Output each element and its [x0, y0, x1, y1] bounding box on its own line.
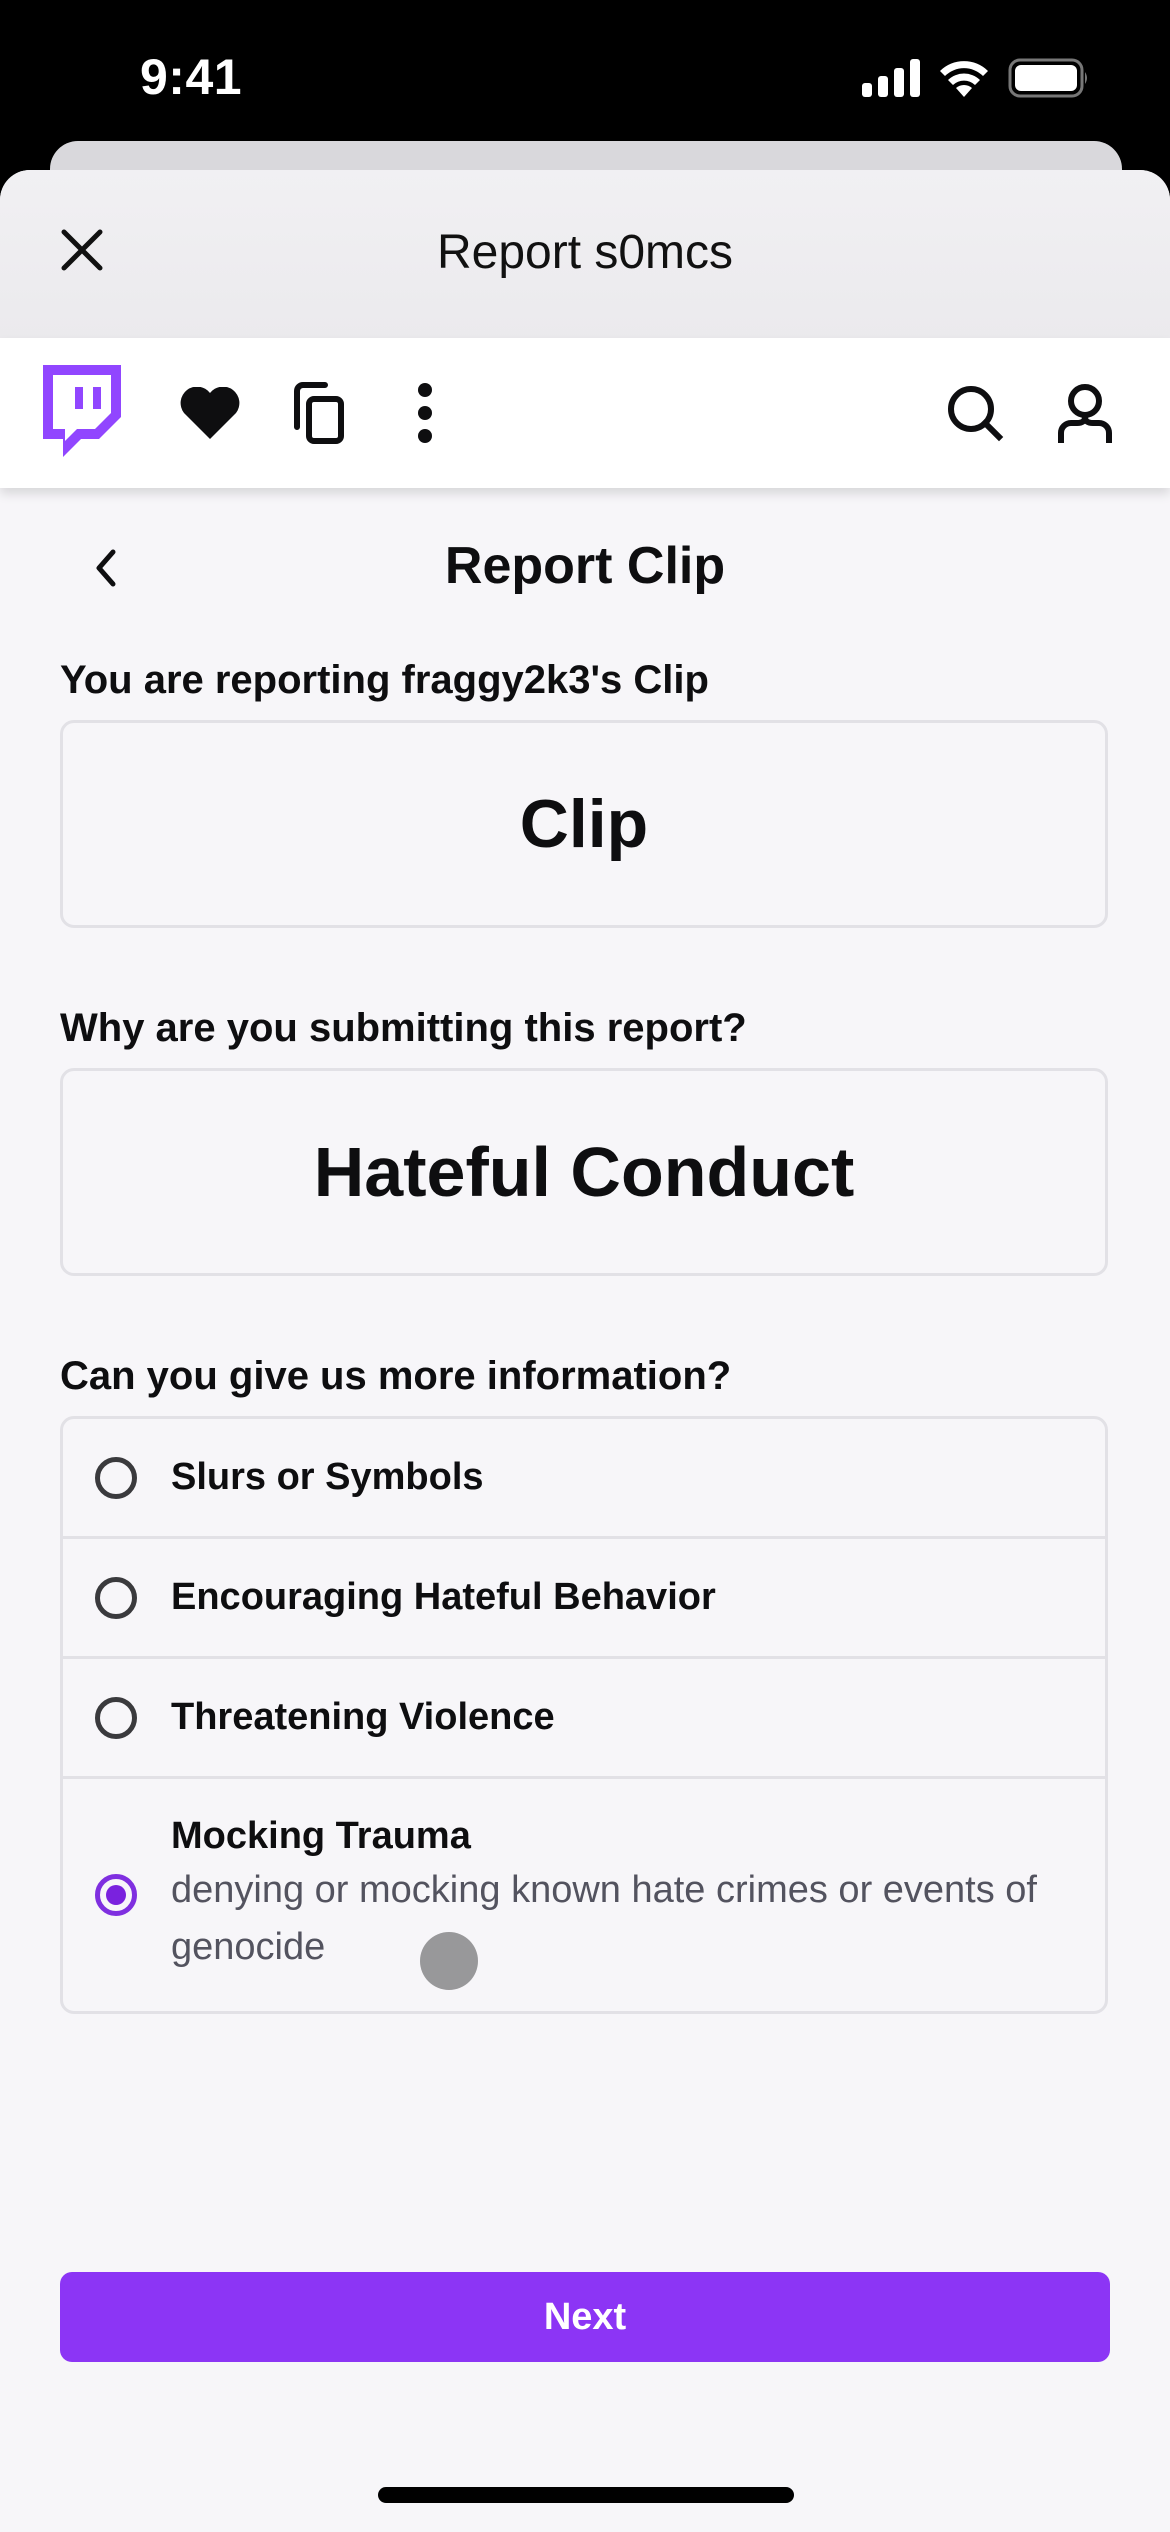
copy-icon [294, 382, 344, 444]
option-threatening-violence[interactable]: Threatening Violence [63, 1659, 1105, 1779]
option-text: Encouraging Hateful Behavior [171, 1576, 716, 1619]
option-text: Threatening Violence [171, 1696, 555, 1739]
option-encouraging-hateful-behavior[interactable]: Encouraging Hateful Behavior [63, 1539, 1105, 1659]
profile-button[interactable] [1050, 338, 1120, 488]
sheet-header: Report s0mcs [0, 170, 1170, 338]
search-button[interactable] [940, 338, 1010, 488]
more-info-label: Can you give us more information? [60, 1354, 732, 1398]
reason-box: Hateful Conduct [60, 1068, 1108, 1276]
report-sheet: Report s0mcs Report Clip You are reporti… [0, 170, 1170, 2532]
touch-indicator [420, 1932, 478, 1990]
heart-icon [180, 387, 240, 439]
reason-value: Hateful Conduct [313, 1133, 855, 1211]
option-label: Encouraging Hateful Behavior [171, 1576, 716, 1618]
next-button[interactable]: Next [60, 2272, 1110, 2362]
status-icons [862, 58, 1090, 98]
copy-button[interactable] [285, 338, 351, 488]
home-indicator[interactable] [378, 2487, 794, 2503]
more-vertical-icon [418, 383, 432, 443]
twitch-logo [43, 365, 121, 457]
toolbar [0, 338, 1170, 488]
option-slurs-or-symbols[interactable]: Slurs or Symbols [63, 1419, 1105, 1539]
option-text: Slurs or Symbols [171, 1456, 484, 1499]
twitch-logo-button[interactable] [34, 338, 124, 488]
content-type-value: Clip [519, 786, 649, 862]
user-icon [1058, 384, 1112, 443]
wifi-icon [940, 61, 988, 97]
cellular-signal-icon [862, 59, 920, 97]
follow-button[interactable] [175, 338, 245, 488]
reason-options: Slurs or Symbols Encouraging Hateful Beh… [60, 1416, 1108, 2014]
radio-unchecked-icon[interactable] [95, 1576, 137, 1619]
option-mocking-trauma[interactable]: Mocking Trauma denying or mocking known … [63, 1779, 1105, 2011]
option-label: Slurs or Symbols [171, 1456, 484, 1498]
battery-icon [1008, 58, 1087, 98]
radio-unchecked-icon[interactable] [95, 1456, 137, 1499]
radio-unchecked-icon[interactable] [95, 1696, 137, 1739]
search-icon [948, 386, 1004, 442]
reporting-label: You are reporting fraggy2k3's Clip [60, 658, 709, 702]
next-button-label: Next [543, 2295, 627, 2338]
option-label: Threatening Violence [171, 1696, 555, 1738]
page-title: Report Clip [444, 537, 726, 595]
status-time: 9:41 [140, 49, 243, 105]
reason-label: Why are you submitting this report? [60, 1006, 747, 1050]
option-text: Mocking Trauma denying or mocking known … [171, 1815, 1105, 1976]
status-bar: 9:41 [0, 0, 1170, 150]
more-options-button[interactable] [400, 338, 450, 488]
option-label: Mocking Trauma [171, 1814, 471, 1857]
sheet-title: Report s0mcs [436, 226, 734, 279]
content-type-box: Clip [60, 720, 1108, 928]
option-description: denying or mocking known hate crimes or … [171, 1868, 1037, 1968]
radio-checked-icon[interactable] [95, 1874, 137, 1916]
page-header: Report Clip [0, 528, 1170, 608]
